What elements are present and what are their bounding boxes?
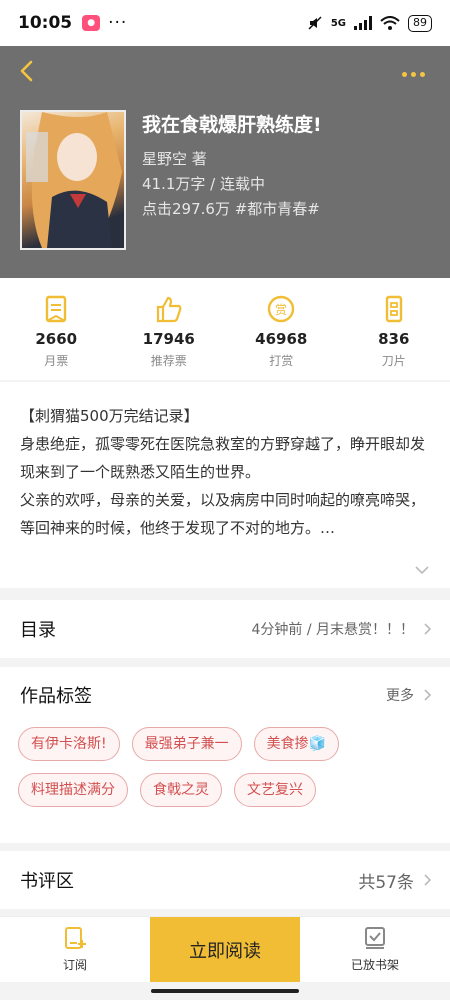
stats-row: 2660 月票 17946 推荐票 赏 46968 打赏 836 刀片 [0, 278, 450, 380]
reviews-section[interactable]: 书评区 共57条 [0, 851, 450, 909]
network-label: 5G [330, 17, 346, 29]
book-header: 我在食戟爆肝熟练度! 星野空 著 41.1万字 / 连载中 点击297.6万 #… [0, 46, 450, 278]
tag-list: 有伊卡洛斯! 最强弟子兼一 美食掺🧊 料理描述满分 食戟之灵 文艺复兴 [0, 723, 450, 807]
blade-icon [385, 295, 402, 323]
status-icons: 5G 89 [307, 14, 432, 32]
intro-line: 【刺猬猫500万完结记录】 [20, 407, 199, 425]
thumbs-up-icon [156, 296, 182, 323]
on-shelf-button[interactable]: 已放书架 [300, 917, 450, 982]
reviews-count: 共57条 [358, 872, 414, 893]
read-now-button[interactable]: 立即阅读 [150, 917, 300, 982]
book-author[interactable]: 星野空 著 [142, 148, 207, 169]
subscribe-icon [65, 927, 86, 949]
stat-label: 推荐票 [150, 354, 187, 368]
app-notification-icon: ● [82, 15, 101, 31]
chevron-right-icon [424, 874, 432, 886]
more-options-icon[interactable] [402, 62, 432, 77]
intro-line: 父亲的欢呼，母亲的关爱，以及病房中同时响起的嘹亮啼哭，等回神来的时候，他终于发现… [20, 491, 426, 537]
status-more: ··· [108, 13, 128, 33]
tag-chip[interactable]: 食戟之灵 [140, 773, 222, 807]
stat-value: 836 [378, 330, 410, 348]
battery-indicator: 89 [408, 14, 432, 32]
wifi-icon [380, 16, 400, 30]
mute-icon [308, 16, 322, 30]
shelf-check-icon [365, 927, 385, 949]
book-title: 我在食戟爆肝熟练度! [142, 114, 322, 136]
svg-text:赏: 赏 [275, 303, 287, 317]
status-time: 10:05 [18, 13, 73, 33]
status-bar: 10:05 ● ··· 5G 89 [0, 0, 450, 46]
cover-illustration [26, 112, 122, 248]
back-arrow-icon[interactable] [14, 58, 40, 84]
catalog-section[interactable]: 目录 4分钟前 / 月末悬赏！！！ [0, 600, 450, 658]
on-shelf-label: 已放书架 [350, 958, 399, 972]
book-words-status: 41.1万字 / 连载中 [142, 175, 265, 193]
tag-chip[interactable]: 料理描述满分 [18, 773, 128, 807]
intro-line: 身患绝症，孤零零死在医院急救室的方野穿越了，睁开眼却发现来到了一个既熟悉又陌生的… [20, 435, 426, 481]
ticket-icon [46, 295, 67, 323]
stat-recommend-ticket[interactable]: 17946 推荐票 [113, 278, 226, 380]
signal-icon [354, 16, 372, 30]
book-cover[interactable] [20, 110, 126, 250]
chevron-down-icon[interactable] [414, 564, 430, 576]
bottom-action-bar: 订阅 立即阅读 已放书架 [0, 916, 450, 982]
stat-value: 46968 [255, 330, 308, 348]
stat-value: 17946 [142, 330, 195, 348]
tags-section: 作品标签 更多 有伊卡洛斯! 最强弟子兼一 美食掺🧊 料理描述满分 食戟之灵 文… [0, 667, 450, 843]
stat-reward[interactable]: 赏 46968 打赏 [225, 278, 338, 380]
tag-chip[interactable]: 最强弟子兼一 [131, 727, 242, 761]
reviews-title: 书评区 [20, 871, 74, 892]
catalog-title: 目录 [20, 620, 56, 641]
tags-more-label: 更多 [386, 688, 414, 704]
reward-coin-icon: 赏 [268, 295, 295, 323]
stat-value: 2660 [35, 330, 78, 348]
tags-title: 作品标签 [20, 686, 92, 707]
tag-chip[interactable]: 有伊卡洛斯! [18, 727, 120, 761]
home-indicator[interactable] [151, 989, 299, 993]
chevron-right-icon [424, 623, 432, 635]
stat-label: 月票 [44, 354, 69, 368]
subscribe-button[interactable]: 订阅 [0, 917, 150, 982]
tag-chip[interactable]: 文艺复兴 [234, 773, 316, 807]
stat-label: 打赏 [269, 354, 294, 368]
latest-update: 4分钟前 / 月末悬赏！！！ [251, 622, 414, 638]
tag-chip[interactable]: 美食掺🧊 [253, 727, 340, 761]
book-intro[interactable]: 【刺猬猫500万完结记录】 身患绝症，孤零零死在医院急救室的方野穿越了，睁开眼却… [0, 382, 450, 588]
subscribe-label: 订阅 [62, 958, 87, 972]
tags-header[interactable]: 作品标签 更多 [0, 667, 450, 723]
stat-monthly-ticket[interactable]: 2660 月票 [0, 278, 113, 380]
stat-blade[interactable]: 836 刀片 [338, 278, 450, 380]
book-clicks-tags: 点击297.6万 #都市青春# [142, 200, 320, 218]
stat-label: 刀片 [381, 354, 406, 368]
chevron-right-icon [424, 689, 432, 701]
